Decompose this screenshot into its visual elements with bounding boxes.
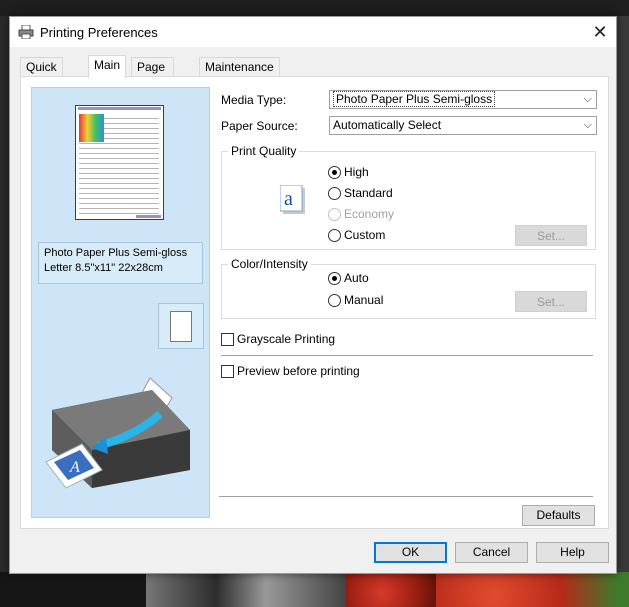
quality-economy-label: Economy [344,207,395,221]
tab-main[interactable]: Main [88,55,127,78]
background-photo [346,572,436,607]
media-info-type: Photo Paper Plus Semi-gloss [44,247,188,259]
color-manual-radio[interactable] [328,294,341,307]
quality-high-label: High [344,165,369,179]
preview-panel: Photo Paper Plus Semi-gloss Letter 8.5"x… [31,87,210,518]
defaults-button[interactable]: Defaults [522,505,595,526]
quality-economy-radio [328,208,341,221]
color-auto-radio[interactable] [328,272,341,285]
print-quality-title: Print Quality [228,144,300,158]
media-info-size: Letter 8.5"x11" 22x28cm [44,262,163,274]
grayscale-label: Grayscale Printing [237,332,336,346]
close-icon[interactable]: ✕ [584,17,616,47]
quality-a-icon: a [280,185,305,214]
color-manual-label: Manual [344,293,384,307]
grayscale-checkbox[interactable] [221,333,234,346]
preview-checkbox[interactable] [221,365,234,378]
print-quality-group: Print Quality a High Standard Economy Cu… [221,144,596,250]
background-photo [146,572,346,607]
quality-custom-radio[interactable] [328,229,341,242]
printer-icon [18,25,34,39]
chevron-down-icon: ⌵ [583,119,592,131]
media-info-box: Photo Paper Plus Semi-gloss Letter 8.5"x… [38,242,203,284]
paper-source-value: Automatically Select [333,118,442,132]
ok-button[interactable]: OK [374,542,447,563]
orientation-icon[interactable] [158,303,204,349]
page-preview-icon [75,105,164,220]
svg-text:A: A [69,459,80,476]
color-set-button: Set... [515,291,587,312]
preview-label: Preview before printing [237,364,360,378]
quality-custom-label: Custom [344,228,386,242]
chevron-down-icon: ⌵ [583,93,592,105]
quality-standard-radio[interactable] [328,187,341,200]
media-type-value: Photo Paper Plus Semi-gloss [333,91,496,107]
printer-illustration: A [45,377,190,489]
help-button[interactable]: Help [536,542,609,563]
quality-high-radio[interactable] [328,166,341,179]
media-type-dropdown[interactable]: Photo Paper Plus Semi-gloss ⌵ [329,90,597,109]
tab-page-setup[interactable]: Page Setup [131,57,175,93]
color-intensity-title: Color/Intensity [228,257,311,271]
printing-preferences-dialog: Printing Preferences ✕ Quick Setup Main … [9,16,617,574]
window-title: Printing Preferences [40,25,158,40]
title-bar: Printing Preferences ✕ [10,17,616,47]
tab-maintenance[interactable]: Maintenance [199,57,280,77]
color-auto-label: Auto [344,271,369,285]
quality-standard-label: Standard [344,186,393,200]
main-tab-panel: Photo Paper Plus Semi-gloss Letter 8.5"x… [20,76,609,529]
tab-quick-setup[interactable]: Quick Setup [20,57,64,93]
background-photo [436,572,629,607]
cancel-button[interactable]: Cancel [455,542,528,563]
paper-source-label: Paper Source: [221,119,298,133]
divider [221,355,593,356]
desktop-background-top [0,0,629,16]
quality-set-button: Set... [515,225,587,246]
color-intensity-group: Color/Intensity Auto Manual Set... [221,257,596,319]
divider [219,496,593,497]
svg-text:a: a [284,188,293,210]
media-type-label: Media Type: [221,93,287,107]
paper-source-dropdown[interactable]: Automatically Select ⌵ [329,116,597,135]
